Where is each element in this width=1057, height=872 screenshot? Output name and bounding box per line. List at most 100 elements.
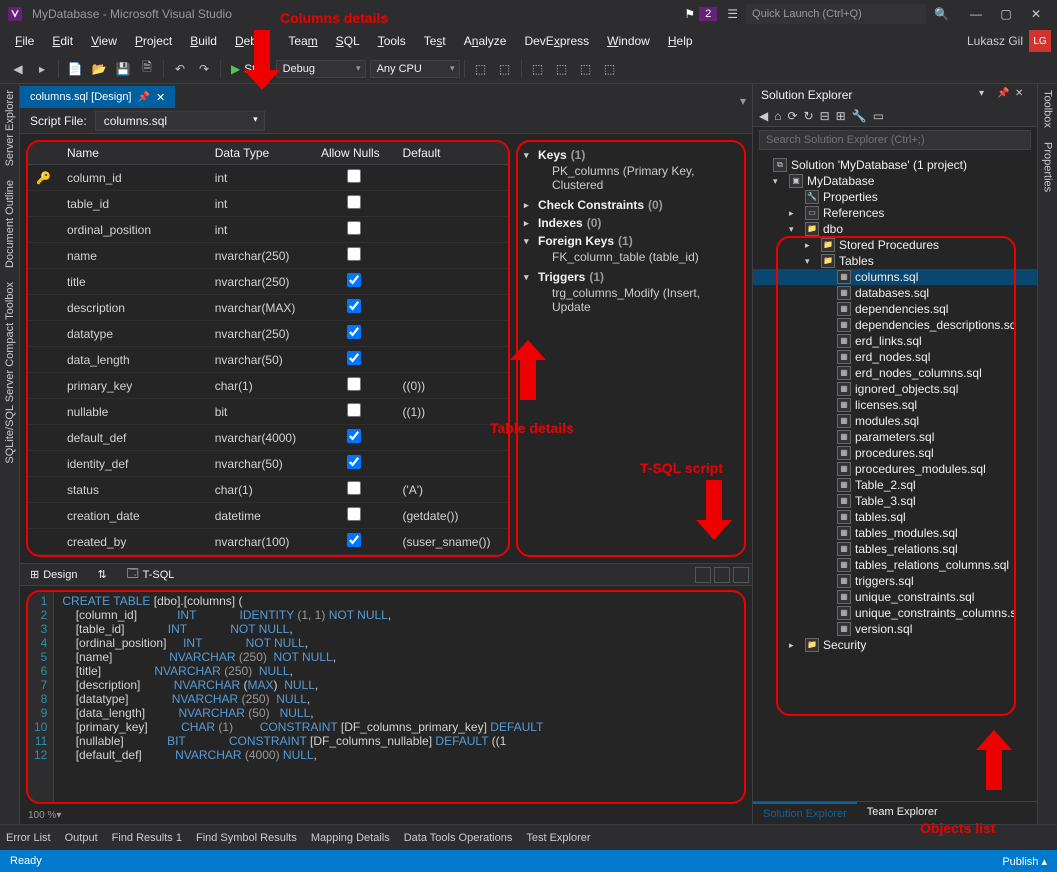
tree-node[interactable]: 🔧Properties (753, 189, 1037, 205)
tree-node[interactable]: ▦version.sql (753, 621, 1037, 637)
table-row[interactable]: table_idint (28, 191, 508, 217)
tree-node[interactable]: ▾📁Tables (753, 253, 1037, 269)
notification-badge[interactable]: 2 (699, 7, 717, 21)
back-nav-icon[interactable]: ◀ (759, 109, 768, 123)
publish-button[interactable]: Publish ▴ (1002, 855, 1047, 868)
new-project-button[interactable]: 📄 (63, 57, 87, 81)
scriptfile-combo[interactable]: columns.sql (95, 111, 265, 131)
panel-output[interactable]: Output (65, 832, 98, 844)
solution-tree[interactable]: ⧉Solution 'MyDatabase' (1 project)▾▣MyDa… (753, 153, 1037, 801)
table-row[interactable]: data_lengthnvarchar(50) (28, 347, 508, 373)
search-icon[interactable]: 🔍 (934, 7, 949, 21)
tree-node[interactable]: ▾▣MyDatabase (753, 173, 1037, 189)
allow-nulls-checkbox[interactable] (347, 429, 361, 443)
allow-nulls-checkbox[interactable] (347, 507, 361, 521)
redo-button[interactable]: ↷ (192, 57, 216, 81)
menu-help[interactable]: Help (659, 31, 702, 51)
tree-node[interactable]: ▦dependencies_descriptions.sq (753, 317, 1037, 333)
right-rail-tab-toolbox[interactable]: Toolbox (1042, 90, 1054, 128)
tree-node[interactable]: ▦dependencies.sql (753, 301, 1037, 317)
table-row[interactable]: creation_datedatetime (getdate()) (28, 503, 508, 529)
panel-test-explorer[interactable]: Test Explorer (526, 832, 590, 844)
menu-file[interactable]: File (6, 31, 43, 51)
table-row[interactable]: titlenvarchar(250) (28, 269, 508, 295)
menu-build[interactable]: Build (181, 31, 226, 51)
nav-fwd-button[interactable]: ▸ (30, 57, 54, 81)
allow-nulls-checkbox[interactable] (347, 325, 361, 339)
tree-node[interactable]: ▦licenses.sql (753, 397, 1037, 413)
details-fk-header[interactable]: ▾Foreign Keys (1) (524, 234, 738, 248)
solution-search-input[interactable] (759, 130, 1031, 150)
table-row[interactable]: nullablebit ((1)) (28, 399, 508, 425)
tree-node[interactable]: ▦tables.sql (753, 509, 1037, 525)
collapse-icon[interactable]: ⊟ (820, 109, 830, 123)
tree-node[interactable]: ▦erd_nodes_columns.sql (753, 365, 1037, 381)
tree-node[interactable]: ▦triggers.sql (753, 573, 1037, 589)
tree-node[interactable]: ▦unique_constraints_columns.s (753, 605, 1037, 621)
undo-button[interactable]: ↶ (168, 57, 192, 81)
menu-view[interactable]: View (82, 31, 126, 51)
panel-mapping-details[interactable]: Mapping Details (311, 832, 390, 844)
tree-node[interactable]: ▦procedures_modules.sql (753, 461, 1037, 477)
pin-icon[interactable]: 📌 (997, 88, 1011, 102)
config-combo[interactable]: Debug (276, 60, 366, 78)
tool-icon-5[interactable]: ⬚ (574, 57, 598, 81)
refresh-icon[interactable]: ↻ (804, 109, 814, 123)
menu-team[interactable]: Team (279, 31, 326, 51)
right-rail-tab-properties[interactable]: Properties (1042, 142, 1054, 192)
tab-team-explorer[interactable]: Team Explorer (857, 802, 948, 824)
close-button[interactable]: ✕ (1021, 3, 1051, 25)
tree-node[interactable]: ▦columns.sql (753, 269, 1037, 285)
menu-analyze[interactable]: Analyze (455, 31, 516, 51)
start-debug-button[interactable]: ▶Start (225, 62, 276, 76)
pin-icon[interactable]: 📌 (138, 92, 150, 103)
table-row[interactable]: 🔑 column_idint (28, 165, 508, 191)
tree-node[interactable]: ▸📁Security (753, 637, 1037, 653)
details-indexes-header[interactable]: ▸Indexes (0) (524, 216, 738, 230)
details-triggers-item[interactable]: trg_columns_Modify (Insert, Update (524, 284, 738, 316)
table-row[interactable]: primary_keychar(1) ((0)) (28, 373, 508, 399)
details-keys-item[interactable]: PK_columns (Primary Key, Clustered (524, 162, 738, 194)
zoom-level[interactable]: 100 % ▾ (20, 806, 752, 824)
close-tab-icon[interactable]: ✕ (156, 91, 165, 104)
col-header-allownulls[interactable]: Allow Nulls (313, 142, 394, 165)
properties-icon[interactable]: 🔧 (852, 109, 867, 123)
platform-combo[interactable]: Any CPU (370, 60, 460, 78)
tree-node[interactable]: ▸📁Stored Procedures (753, 237, 1037, 253)
home-icon[interactable]: ⌂ (774, 109, 781, 123)
tool-icon-6[interactable]: ⬚ (598, 57, 622, 81)
pane-layout-icon-2[interactable] (714, 567, 730, 583)
tab-solution-explorer[interactable]: Solution Explorer (753, 802, 857, 824)
pane-layout-icon-1[interactable] (695, 567, 711, 583)
tree-node[interactable]: ▾📁dbo (753, 221, 1037, 237)
table-row[interactable]: descriptionnvarchar(MAX) (28, 295, 508, 321)
tree-node[interactable]: ⧉Solution 'MyDatabase' (1 project) (753, 157, 1037, 173)
minimize-button[interactable]: — (961, 3, 991, 25)
menu-devexpress[interactable]: DevExpress (515, 31, 598, 51)
dropdown-icon[interactable]: ▾ (979, 88, 993, 102)
signed-in-user[interactable]: Lukasz Gil (967, 34, 1023, 48)
left-rail-tab-server-explorer[interactable]: Server Explorer (4, 90, 16, 166)
left-rail-tab-doc-outline[interactable]: Document Outline (4, 180, 16, 268)
menu-tools[interactable]: Tools (369, 31, 415, 51)
tool-icon-2[interactable]: ⬚ (493, 57, 517, 81)
allow-nulls-checkbox[interactable] (347, 455, 361, 469)
table-row[interactable]: statuschar(1) ('A') (28, 477, 508, 503)
panel-error-list[interactable]: Error List (6, 832, 51, 844)
tree-node[interactable]: ▦Table_2.sql (753, 477, 1037, 493)
tree-node[interactable]: ▦parameters.sql (753, 429, 1037, 445)
doc-tab-columns[interactable]: columns.sql [Design] 📌 ✕ (20, 86, 175, 108)
quick-launch-input[interactable]: Quick Launch (Ctrl+Q) (746, 4, 926, 24)
tool-icon-4[interactable]: ⬚ (550, 57, 574, 81)
maximize-button[interactable]: ▢ (991, 3, 1021, 25)
details-triggers-header[interactable]: ▾Triggers (1) (524, 270, 738, 284)
preview-icon[interactable]: ▭ (873, 109, 884, 123)
flag-icon[interactable]: ⚑ (684, 7, 695, 21)
tree-node[interactable]: ▦unique_constraints.sql (753, 589, 1037, 605)
allow-nulls-checkbox[interactable] (347, 169, 361, 183)
allow-nulls-checkbox[interactable] (347, 247, 361, 261)
tree-node[interactable]: ▦tables_relations.sql (753, 541, 1037, 557)
menu-test[interactable]: Test (415, 31, 455, 51)
tab-dropdown-icon[interactable]: ▾ (740, 94, 746, 108)
feedback-icon[interactable]: ☰ (727, 7, 738, 21)
